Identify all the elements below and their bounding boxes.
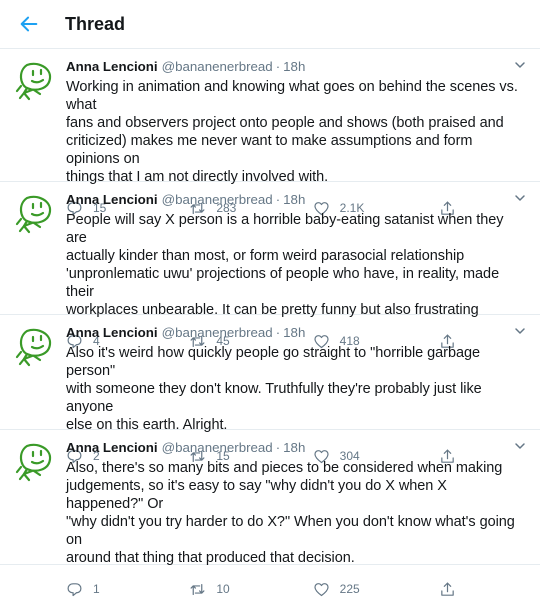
reply-count: 1: [93, 582, 100, 596]
tweet[interactable]: Anna Lencioni @bananenerbread · 18h People …: [0, 182, 540, 348]
author-handle[interactable]: @bananenerbread: [162, 192, 273, 207]
meta-separator: ·: [275, 59, 281, 74]
tweet-meta: Anna Lencioni @bananenerbread · 18h: [66, 440, 528, 456]
reply-button[interactable]: 1: [66, 581, 156, 598]
tweet-text: Also, there's so many bits and pieces to…: [66, 460, 515, 566]
tweet-timestamp[interactable]: 18h: [283, 440, 305, 455]
chevron-down-icon[interactable]: [514, 440, 526, 452]
page-title: Thread: [65, 13, 126, 34]
author-handle[interactable]: @bananenerbread: [162, 59, 273, 74]
meta-separator: ·: [275, 192, 281, 207]
tweet-meta: Anna Lencioni @bananenerbread · 18h: [66, 325, 528, 341]
like-count: 225: [339, 582, 360, 596]
tweet-actions: 1 10 225: [66, 579, 456, 599]
author-handle[interactable]: @bananenerbread: [162, 440, 273, 455]
tweet-meta: Anna Lencioni @bananenerbread · 18h: [66, 59, 528, 75]
avatar-column: [0, 49, 66, 181]
avatar[interactable]: [12, 59, 56, 103]
thread-header: Thread: [0, 0, 540, 49]
chevron-down-icon[interactable]: [514, 192, 526, 204]
tweet-timestamp[interactable]: 18h: [283, 325, 305, 340]
tweet[interactable]: Anna Lencioni @bananenerbread · 18h Also, t…: [0, 430, 540, 596]
avatar-column: [0, 315, 66, 429]
author-name[interactable]: Anna Lencioni: [66, 440, 158, 455]
tweet-body: Anna Lencioni @bananenerbread · 18h Also, t…: [66, 430, 540, 596]
tweet-list: Anna Lencioni @bananenerbread · 18h Working…: [0, 49, 540, 596]
chevron-down-icon[interactable]: [514, 59, 526, 71]
retweet-button[interactable]: 10: [189, 581, 279, 598]
tweet-body: Anna Lencioni @bananenerbread · 18h People …: [66, 182, 540, 348]
author-name[interactable]: Anna Lencioni: [66, 192, 158, 207]
meta-separator: ·: [275, 325, 281, 340]
tweet-meta: Anna Lencioni @bananenerbread · 18h: [66, 192, 528, 208]
avatar-column: [0, 182, 66, 314]
tweet-body: Anna Lencioni @bananenerbread · 18h Also it…: [66, 315, 540, 463]
reply-icon: [67, 582, 82, 596]
avatar[interactable]: [12, 192, 56, 236]
tweet-timestamp[interactable]: 18h: [283, 59, 305, 74]
avatar[interactable]: [12, 325, 56, 369]
meta-separator: ·: [275, 440, 281, 455]
author-name[interactable]: Anna Lencioni: [66, 325, 158, 340]
avatar-column: [0, 430, 66, 564]
tweet-timestamp[interactable]: 18h: [283, 192, 305, 207]
chevron-down-icon[interactable]: [514, 325, 526, 337]
author-handle[interactable]: @bananenerbread: [162, 325, 273, 340]
heart-icon: [314, 582, 329, 596]
retweet-count: 10: [216, 582, 230, 596]
share-icon: [441, 582, 454, 596]
back-arrow-icon[interactable]: [18, 13, 40, 35]
tweet[interactable]: Anna Lencioni @bananenerbread · 18h Also it…: [0, 315, 540, 463]
tweet[interactable]: Anna Lencioni @bananenerbread · 18h Working…: [0, 49, 540, 215]
tweet-text: Working in animation and knowing what go…: [66, 79, 518, 185]
share-button[interactable]: [436, 581, 456, 598]
tweet-body: Anna Lencioni @bananenerbread · 18h Working…: [66, 49, 540, 215]
like-button[interactable]: 225: [313, 581, 403, 598]
tweet-text: People will say X person is a horrible b…: [66, 212, 504, 318]
avatar[interactable]: [12, 440, 56, 484]
author-name[interactable]: Anna Lencioni: [66, 59, 158, 74]
retweet-icon: [190, 583, 205, 595]
tweet-text: Also it's weird how quickly people go st…: [66, 345, 482, 433]
